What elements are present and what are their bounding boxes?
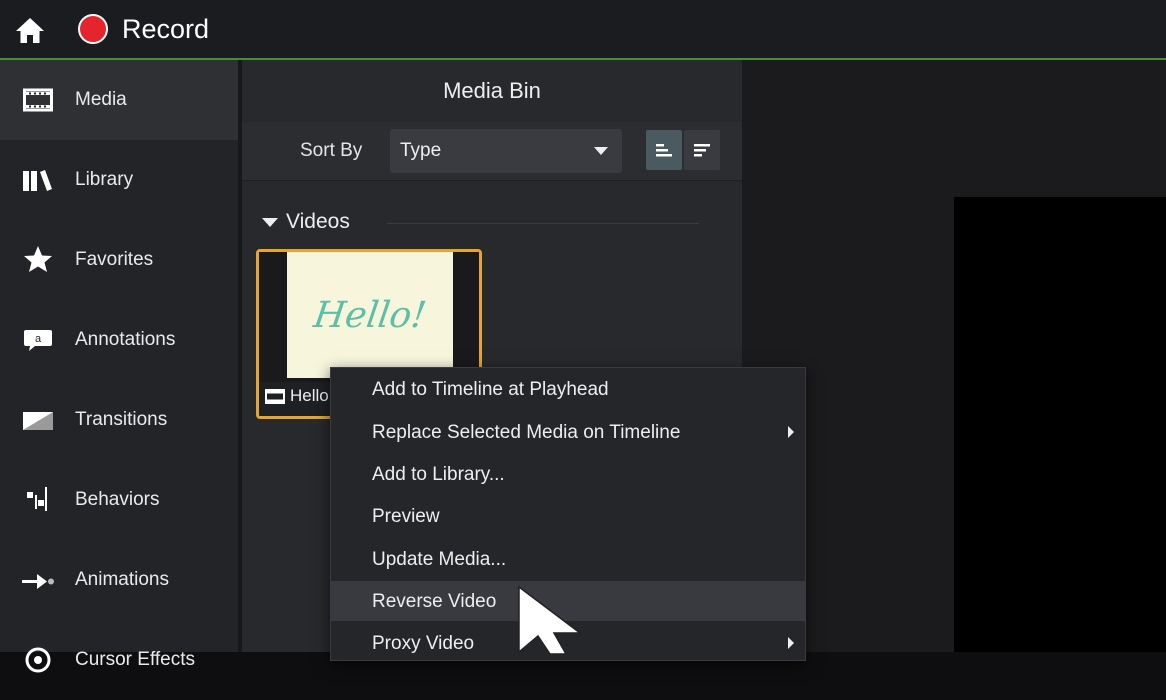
sidebar-item-label: Favorites	[75, 249, 154, 270]
sidebar-item-label: Behaviors	[75, 489, 160, 510]
sidebar: Media Library Favorites a Annotations Tr…	[0, 60, 238, 673]
record-button[interactable]: Record	[78, 10, 209, 48]
sidebar-item-annotations[interactable]: a Annotations	[0, 300, 238, 380]
sidebar-item-transitions[interactable]: Transitions	[0, 380, 238, 460]
star-icon	[20, 244, 56, 274]
thumbnail-image: Hello!	[287, 252, 453, 378]
film-icon	[265, 388, 285, 404]
film-icon	[20, 85, 56, 115]
sidebar-item-animations[interactable]: Animations	[0, 540, 238, 620]
section-label: Videos	[286, 210, 350, 233]
video-preview[interactable]	[954, 197, 1166, 652]
top-toolbar: Record	[0, 0, 1166, 60]
panel-title: Media Bin	[242, 60, 742, 123]
videos-section-toggle[interactable]: Videos	[262, 210, 350, 234]
sort-value: Type	[400, 140, 442, 161]
sidebar-item-cursor-effects[interactable]: Cursor Effects	[0, 620, 238, 700]
mouse-pointer-icon	[518, 585, 583, 654]
sidebar-item-label: Transitions	[75, 409, 168, 430]
menu-item-preview[interactable]: Preview	[331, 496, 805, 536]
menu-item-replace-selected-media[interactable]: Replace Selected Media on Timeline	[331, 412, 805, 452]
behaviors-icon	[20, 484, 56, 514]
submenu-arrow-icon	[788, 637, 794, 649]
sidebar-item-behaviors[interactable]: Behaviors	[0, 460, 238, 540]
sort-ascending-button[interactable]	[646, 130, 682, 170]
sidebar-item-label: Library	[75, 169, 134, 190]
menu-item-label: Reverse Video	[372, 591, 497, 612]
sidebar-item-label: Media	[75, 89, 127, 110]
menu-item-label: Preview	[372, 506, 440, 527]
thumbnail-text: Hello!	[311, 294, 429, 336]
canvas-area	[744, 60, 1166, 652]
chevron-down-icon	[594, 147, 608, 155]
arrow-icon	[20, 566, 56, 596]
sidebar-item-media[interactable]: Media	[0, 60, 238, 140]
record-dot-icon	[78, 14, 108, 44]
sort-descending-icon	[694, 144, 710, 157]
clip-thumbnail: Hello!	[259, 252, 479, 382]
menu-item-label: Add to Library...	[372, 464, 505, 485]
caret-down-icon	[262, 217, 278, 227]
sort-by-label: Sort By	[300, 140, 363, 161]
menu-item-label: Add to Timeline at Playhead	[372, 379, 609, 400]
menu-item-label: Update Media...	[372, 549, 507, 570]
sort-by-dropdown[interactable]: Type	[390, 129, 622, 173]
sort-ascending-icon	[656, 144, 672, 157]
sidebar-item-favorites[interactable]: Favorites	[0, 220, 238, 300]
cursor-effects-icon	[20, 645, 56, 675]
record-label: Record	[122, 13, 210, 44]
clip-caption: Hello	[265, 386, 329, 406]
section-divider	[387, 223, 699, 224]
menu-item-label: Replace Selected Media on Timeline	[372, 422, 681, 443]
submenu-arrow-icon	[788, 426, 794, 438]
sidebar-item-label: Animations	[75, 569, 169, 590]
menu-item-update-media[interactable]: Update Media...	[331, 539, 805, 579]
sidebar-item-label: Annotations	[75, 329, 176, 350]
speech-bubble-icon: a	[20, 325, 56, 355]
clip-name: Hello	[290, 386, 329, 405]
menu-item-add-to-timeline[interactable]: Add to Timeline at Playhead	[331, 369, 805, 409]
books-icon	[20, 165, 56, 195]
transition-icon	[20, 406, 56, 436]
sort-toolbar: Sort By Type	[242, 122, 742, 181]
home-icon[interactable]	[14, 14, 46, 46]
sort-descending-button[interactable]	[684, 130, 720, 170]
menu-item-add-to-library[interactable]: Add to Library...	[331, 454, 805, 494]
sidebar-item-label: Cursor Effects	[75, 649, 196, 670]
sidebar-item-library[interactable]: Library	[0, 140, 238, 220]
svg-text:a: a	[35, 333, 42, 345]
